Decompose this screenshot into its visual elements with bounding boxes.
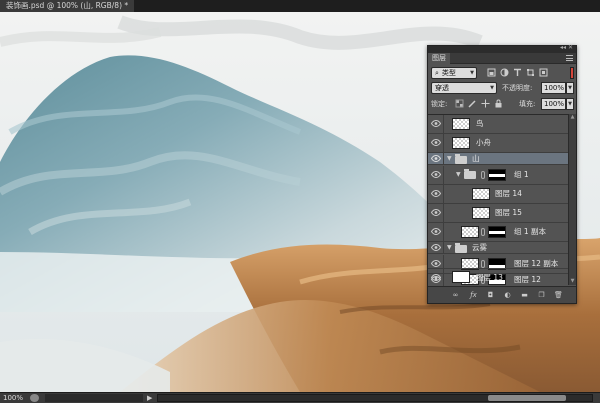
close-icon[interactable]: ✕ [568,44,573,51]
lock-label: 锁定: [431,100,448,108]
layer-thumbnail [452,271,470,283]
visibility-eye-icon[interactable] [428,166,444,184]
visibility-eye-icon[interactable] [428,242,444,253]
layer-row-layer-15[interactable]: 图层 15 [428,204,568,223]
layer-row-layer-14[interactable]: 图层 14 [428,185,568,204]
layer-thumbnail [452,118,470,130]
panel-bottom-toolbar: ∞ ƒx ◘ ◐ ▬ ❐ 🗑 [428,286,576,303]
lock-transparent-icon[interactable] [455,99,464,108]
fill-dropdown-button[interactable]: ▼ [566,98,574,110]
link-icon[interactable] [481,228,485,236]
visibility-eye-icon[interactable] [428,269,444,286]
link-icon[interactable] [481,260,485,268]
layers-list: 鸟 小舟 ▼ 山 ▼ 组 1 图层 14 图层 15 组 1 副本 ▼ 云雾 图… [428,114,568,286]
folder-icon [455,243,467,253]
visibility-eye-icon[interactable] [428,204,444,222]
status-info-area [45,394,143,402]
layer-row-layer-13[interactable]: 图层 13 [428,268,568,286]
layer-name: 图层 13 [476,273,503,282]
layer-thumbnail [472,207,490,219]
lock-all-icon[interactable] [494,99,503,108]
new-group-icon[interactable]: ▬ [519,290,530,300]
link-icon[interactable] [481,171,485,179]
filter-adjustment-icon[interactable] [500,68,509,77]
layer-mask-thumbnail [488,226,506,238]
layers-scrollbar[interactable]: ▲ ▼ [568,114,576,285]
filter-kind-select[interactable]: ⌕ 类型 ▼ [431,67,477,79]
document-tab[interactable]: 装饰画.psd @ 100% (山, RGB/8) * [0,0,135,12]
new-layer-icon[interactable]: ❐ [536,290,547,300]
zoom-level[interactable]: 100% [3,393,23,403]
layer-row-boat[interactable]: 小舟 [428,134,568,153]
blend-mode-select[interactable]: 穿透 ▼ [431,82,497,94]
lock-position-icon[interactable] [481,99,490,108]
opacity-label: 不透明度: [502,84,533,92]
panel-title-bar[interactable]: ◂◂ ✕ [428,44,576,53]
folder-icon [464,169,476,179]
blend-mode-value: 穿透 [435,84,449,92]
visibility-eye-icon[interactable] [428,134,444,152]
layer-name: 组 1 副本 [514,227,547,236]
layer-row-bird[interactable]: 鸟 [428,115,568,134]
layer-name: 图层 14 [495,189,522,198]
fill-input[interactable]: 100% [541,98,566,110]
info-icon[interactable] [30,394,39,402]
opacity-input[interactable]: 100% [541,82,566,94]
layer-name: 组 1 [514,170,529,179]
layer-name: 小舟 [476,138,491,147]
lock-row: 锁定: 填充: 100% ▼ [431,98,575,111]
layer-row-group-1-copy[interactable]: 组 1 副本 [428,223,568,242]
layer-mask-thumbnail [488,169,506,181]
horizontal-scrollbar[interactable] [157,394,593,402]
layer-thumbnail [472,188,490,200]
status-bar: 100% ▶ [0,392,600,403]
play-arrow-icon[interactable]: ▶ [147,393,152,403]
filter-type-icon[interactable] [513,68,522,77]
panel-menu-icon[interactable] [566,55,573,61]
layer-row-group-1[interactable]: ▼ 组 1 [428,166,568,185]
layer-name: 山 [472,154,480,163]
opacity-dropdown-button[interactable]: ▼ [566,82,574,94]
layers-panel: ◂◂ ✕ 图层 ⌕ 类型 ▼ 穿透 ▼ 不透明度: 100% ▼ 锁定: 填充: … [427,44,577,304]
scroll-up-icon[interactable]: ▲ [569,114,576,121]
layer-name: 云雾 [472,243,487,252]
fx-icon[interactable]: ƒx [468,290,479,300]
layer-row-mountain-group[interactable]: ▼ 山 [428,153,568,165]
tab-layers[interactable]: 图层 [428,53,450,64]
layer-thumbnail [452,137,470,149]
lock-pixels-icon[interactable] [468,99,477,108]
visibility-eye-icon[interactable] [428,223,444,241]
add-mask-icon[interactable]: ◘ [485,290,496,300]
filter-row: ⌕ 类型 ▼ [431,67,575,80]
layer-name: 鸟 [476,119,484,128]
visibility-eye-icon[interactable] [428,115,444,133]
layer-row-mist-group[interactable]: ▼ 云雾 [428,242,568,254]
filter-kind-label: 类型 [441,69,456,77]
layer-thumbnail [461,226,479,238]
visibility-eye-icon[interactable] [428,185,444,203]
document-tab-bar: 装饰画.psd @ 100% (山, RGB/8) * [0,0,600,12]
collapse-icon[interactable]: ◂◂ [560,44,566,51]
expand-triangle-icon[interactable]: ▼ [456,166,461,184]
filter-shape-icon[interactable] [526,68,535,77]
scroll-thumb[interactable] [488,395,566,401]
scroll-down-icon[interactable]: ▼ [569,278,576,285]
filter-pixel-icon[interactable] [487,68,496,77]
expand-triangle-icon[interactable]: ▼ [447,242,452,253]
expand-triangle-icon[interactable]: ▼ [447,153,452,164]
filter-smart-object-icon[interactable] [539,68,548,77]
folder-icon [455,154,467,164]
blend-row: 穿透 ▼ 不透明度: 100% ▼ [431,82,575,95]
chevron-down-icon: ▼ [470,70,474,76]
adjustment-layer-icon[interactable]: ◐ [502,290,513,300]
visibility-eye-icon[interactable] [428,153,444,164]
trash-icon[interactable]: 🗑 [553,290,564,300]
chevron-down-icon: ▼ [490,85,494,91]
filter-toggle[interactable] [570,67,574,79]
link-layers-icon[interactable]: ∞ [450,290,461,300]
panel-tabs: 图层 [428,53,576,64]
layer-name: 图层 15 [495,208,522,217]
fill-label: 填充: [519,100,536,108]
search-icon: ⌕ [435,69,439,77]
